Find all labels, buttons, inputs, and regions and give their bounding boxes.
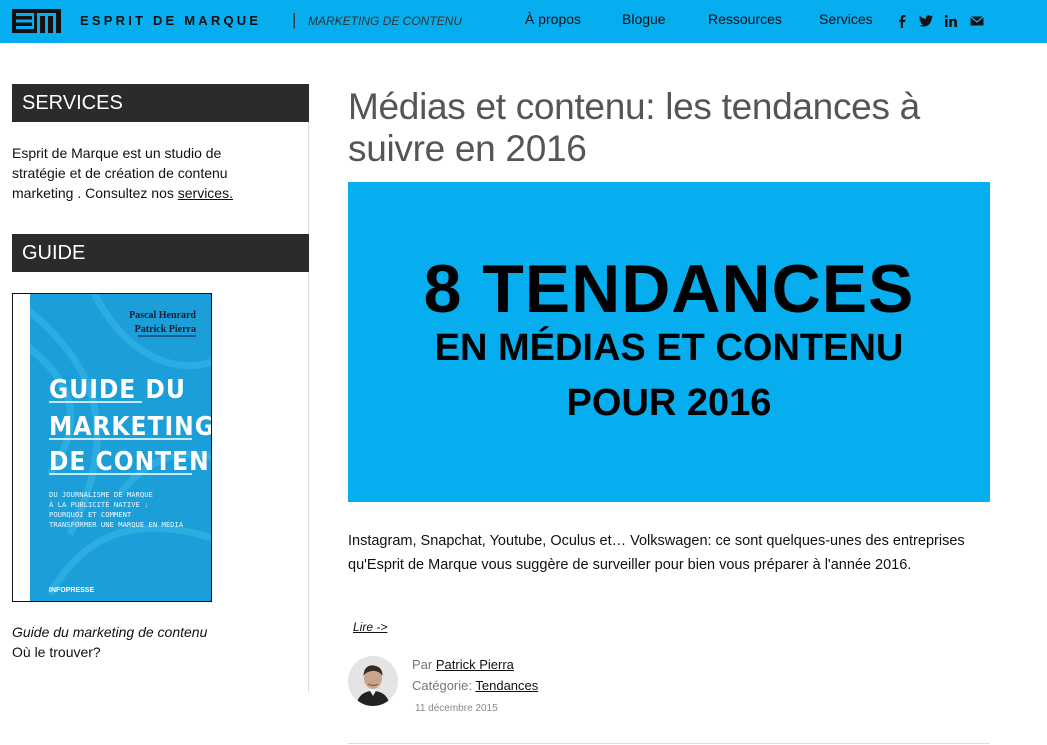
book-author-2: Patrick Pierra <box>135 324 196 335</box>
sidebar-divider <box>308 84 309 692</box>
book-title-line-3: DE CONTENU <box>49 447 212 477</box>
article-title[interactable]: Médias et contenu: les tendances à suivr… <box>348 86 988 170</box>
nav-blogue[interactable]: Blogue <box>622 11 666 27</box>
article-author-line: Par Patrick Pierra <box>412 657 514 672</box>
nav-services[interactable]: Services <box>819 11 873 27</box>
banner-line-2: EN MÉDIAS ET CONTENU <box>434 327 904 369</box>
article-date: 11 décembre 2015 <box>415 703 498 714</box>
book-subtitle-line-4: TRANSFORMER UNE MARQUE EN MÉDIA <box>49 520 184 529</box>
banner-line-3: POUR 2016 <box>566 382 772 424</box>
linkedin-icon[interactable] <box>943 13 959 29</box>
category-link[interactable]: Tendances <box>475 678 538 693</box>
brand-name[interactable]: ESPRIT DE MARQUE <box>80 13 261 28</box>
book-subtitle-line-3: POURQUOI ET COMMENT <box>49 510 132 519</box>
book-author-1: Pascal Henrard <box>129 310 196 321</box>
article-banner-image[interactable]: 8 TENDANCES EN MÉDIAS ET CONTENU POUR 20… <box>348 182 990 502</box>
book-subtitle-line-1: DU JOURNALISME DE MARQUE <box>49 490 153 499</box>
book-publisher: INFOPRESSE <box>49 587 94 594</box>
author-prefix: Par <box>412 657 433 672</box>
book-cover-art: Pascal Henrard Patrick Pierra GUIDE DU M… <box>30 294 212 601</box>
guide-heading: GUIDE <box>12 234 309 272</box>
article-excerpt: Instagram, Snapchat, Youtube, Oculus et…… <box>348 533 965 573</box>
twitter-icon[interactable] <box>918 13 934 29</box>
book-caption: Guide du marketing de contenu Où le trou… <box>12 622 207 662</box>
author-avatar[interactable] <box>348 656 398 706</box>
brand-tagline: MARKETING DE CONTENU <box>308 14 463 28</box>
services-heading: SERVICES <box>12 84 309 122</box>
top-navigation-bar: ESPRIT DE MARQUE | MARKETING DE CONTENU … <box>0 0 1047 43</box>
services-description: Esprit de Marque est un studio de straté… <box>12 143 277 203</box>
nav-ressources[interactable]: Ressources <box>708 11 782 27</box>
book-subtitle-line-2: À LA PUBLICITÉ NATIVE : <box>49 500 149 509</box>
book-where-to-find-link[interactable]: Où le trouver? <box>12 642 207 662</box>
author-link[interactable]: Patrick Pierra <box>436 657 514 672</box>
article-divider <box>348 743 990 744</box>
category-prefix: Catégorie: <box>412 678 472 693</box>
email-icon[interactable] <box>969 13 985 29</box>
logo[interactable] <box>12 9 61 33</box>
facebook-icon[interactable] <box>894 13 910 29</box>
brand-separator: | <box>292 10 297 29</box>
article-category-line: Catégorie: Tendances <box>412 678 538 693</box>
book-caption-title: Guide du marketing de contenu <box>12 624 208 640</box>
guide-book-cover[interactable]: Pascal Henrard Patrick Pierra GUIDE DU M… <box>12 293 212 602</box>
services-link[interactable]: services. <box>178 185 233 201</box>
book-title-line-2: MARKETING <box>49 412 212 442</box>
read-more-link[interactable]: Lire -> <box>353 620 387 634</box>
banner-line-1: 8 TENDANCES <box>423 251 915 327</box>
book-title-line-1: GUIDE DU <box>49 375 186 405</box>
nav-a-propos[interactable]: À propos <box>525 11 581 27</box>
